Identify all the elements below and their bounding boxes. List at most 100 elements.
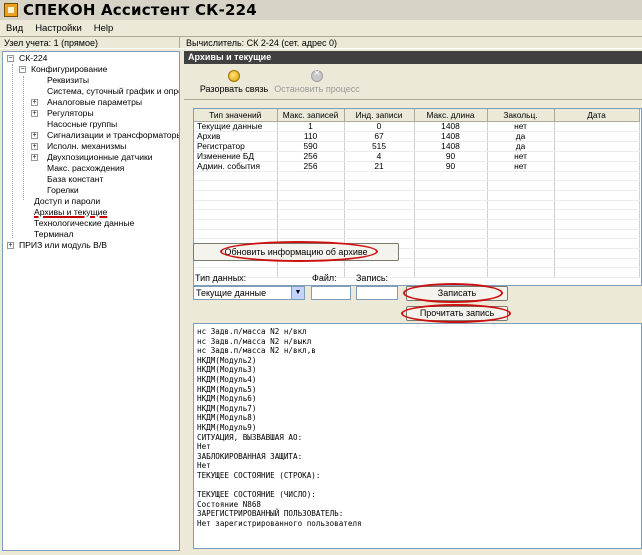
tree-item-constants[interactable]: База констант [47,174,103,185]
menu-view[interactable]: Вид [0,23,29,34]
output-line: ТЕКУЩЕЕ СОСТОЯНИЕ (ЧИСЛО): [197,490,316,500]
column-header[interactable]: Макс. длина [414,109,488,122]
table-row[interactable] [194,180,640,191]
table-cell: 1408 [414,121,488,132]
table-cell [554,121,640,132]
column-header[interactable]: Инд. записи [344,109,415,122]
table-cell [554,161,640,172]
tree-item-label: Двухпозиционные датчики [47,152,153,162]
expand-icon[interactable]: + [31,132,38,139]
output-line: ЗАБЛОКИРОВАННАЯ ЗАЩИТА: [197,451,303,461]
tree-item-label: СК-224 [19,53,48,63]
tree-item-system-schedule[interactable]: Система, суточный график и опрессо [47,86,179,97]
tree-item-alarms[interactable]: + Сигнализации и трансформаторы [31,130,179,141]
table-cell: 21 [344,161,415,172]
table-row[interactable] [194,267,640,279]
data-type-select[interactable]: Текущие данные ▼ [193,286,305,300]
table-cell: нет [487,121,555,132]
title-bar: СПЕКОН Ассистент СК-224 [0,0,642,20]
disconnect-button[interactable]: Разорвать связь [194,70,274,94]
stop-process-button[interactable]: Остановить процесс [272,68,362,94]
expand-icon[interactable]: + [31,154,38,161]
update-archive-info-button[interactable]: Обновить информацию об архиве [193,243,399,261]
tree-item-requisites[interactable]: Реквизиты [47,75,89,86]
expand-icon[interactable]: + [7,242,14,249]
column-header[interactable]: Тип значений [194,109,278,122]
output-line: НКДМ(Модуль2) [197,355,257,365]
tree-item-burners[interactable]: Горелки [47,185,79,196]
archives-panel: Архивы и текущие Разорвать связь Останов… [184,51,642,551]
output-line: НКДМ(Модуль6) [197,394,257,404]
file-label: Файл: [312,273,337,283]
column-header[interactable]: Закольц. [487,109,555,122]
table-cell: 110 [277,131,345,142]
table-cell: 256 [277,161,345,172]
table-cell: нет [487,161,555,172]
output-line: нс Задв.п/масса N2 н/выкл [197,336,312,346]
table-cell: 90 [414,151,488,162]
tree-item-binary-sensors[interactable]: + Двухпозиционные датчики [31,152,153,163]
table-cell [554,151,640,162]
navigation-tree: − СК-224 − Конфигурирование Реквизиты Си… [2,51,180,551]
column-header[interactable]: Дата [554,109,640,122]
table-cell: да [487,141,555,152]
tree-item-pump-groups[interactable]: Насосные группы [47,119,117,130]
expand-icon[interactable]: + [31,99,38,106]
table-row[interactable]: Изменение БД 256 4 90 нет [194,151,640,162]
table-row[interactable]: Архив 110 67 1408 да [194,131,640,142]
expand-icon[interactable]: + [31,110,38,117]
node-status: Узел учета: 1 (прямое) [0,37,180,48]
data-type-label: Тип данных: [195,273,247,283]
output-line: Нет [197,461,211,471]
table-row[interactable] [194,229,640,240]
output-line: СИТУАЦИЯ, ВЫЗВАВШАЯ АО: [197,432,303,442]
output-line: НКДМ(Модуль8) [197,413,257,423]
table-row[interactable]: Админ. события 256 21 90 нет [194,161,640,172]
record-input[interactable] [356,286,398,300]
tree-item-sk224[interactable]: − СК-224 [7,53,47,64]
output-line: Нет зарегистрированного пользователя [197,518,362,528]
chevron-down-icon[interactable]: ▼ [291,287,304,299]
table-cell: Архив [194,131,278,142]
output-line: НКДМ(Модуль7) [197,403,257,413]
table-row[interactable] [194,209,640,220]
app-logo-icon [4,3,18,17]
table-row[interactable] [194,171,640,182]
read-record-button[interactable]: Прочитать запись [406,306,508,321]
tree-item-max-deviations[interactable]: Макс. расхождения [47,163,124,174]
collapse-icon[interactable]: − [19,66,26,73]
menu-help[interactable]: Help [88,23,120,34]
collapse-icon[interactable]: − [7,55,14,62]
tree-item-analog-params[interactable]: + Аналоговые параметры [31,97,142,108]
connection-status-bar: Узел учета: 1 (прямое) Вычислитель: СК 2… [0,36,642,49]
tree-item-actuators[interactable]: + Исполн. механизмы [31,141,126,152]
tree-item-access[interactable]: Доступ и пароли [34,196,100,207]
table-cell: 590 [277,141,345,152]
table-row[interactable] [194,219,640,230]
output-line: ЗАРЕГИСТРИРОВАННЫЙ ПОЛЬЗОВАТЕЛЬ: [197,509,344,519]
tree-item-tech-data[interactable]: Технологические данные [34,218,134,229]
menu-bar: Вид Настройки Help [0,20,642,36]
column-header[interactable]: Макс. записей [277,109,345,122]
table-cell: 90 [414,161,488,172]
table-cell: 4 [344,151,415,162]
tree-item-priz[interactable]: + ПРИЗ или модуль В/В [7,240,107,251]
expand-icon[interactable]: + [31,143,38,150]
table-row[interactable]: Регистратор 590 515 1408 да [194,141,640,152]
table-cell: Изменение БД [194,151,278,162]
record-output-text[interactable]: нс Задв.п/масса N2 н/вкл нс Задв.п/масса… [193,323,642,549]
table-row[interactable] [194,200,640,211]
menu-settings[interactable]: Настройки [29,23,88,34]
tree-item-regulators[interactable]: + Регуляторы [31,108,94,119]
toolbar: Разорвать связь Остановить процесс [184,64,642,100]
tree-item-terminal[interactable]: Терминал [34,229,74,240]
table-row[interactable] [194,190,640,201]
write-button[interactable]: Записать [406,286,508,301]
file-input[interactable] [311,286,351,300]
table-row[interactable]: Текущие данные 1 0 1408 нет [194,121,640,132]
tree-item-archives[interactable]: Архивы и текущие [34,207,107,218]
table-cell: Регистратор [194,141,278,152]
tree-item-configuration[interactable]: − Конфигурирование [19,64,107,75]
stop-process-label: Остановить процесс [274,84,360,94]
